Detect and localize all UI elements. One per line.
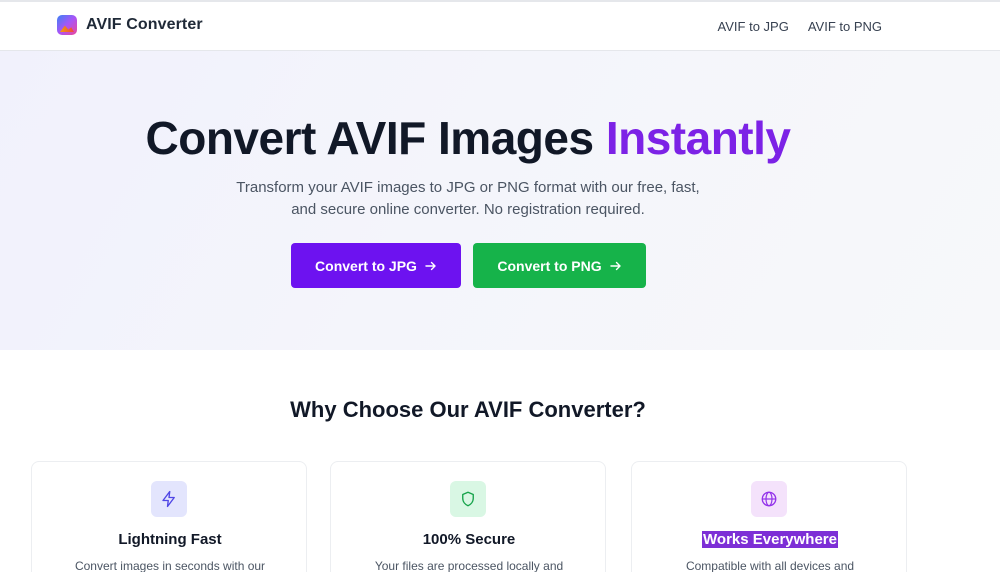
hero-subtitle: Transform your AVIF images to JPG or PNG…: [0, 177, 936, 221]
shield-icon: [450, 481, 486, 517]
hero-subtitle-line-1: Transform your AVIF images to JPG or PNG…: [236, 179, 700, 196]
convert-to-png-label: Convert to PNG: [497, 257, 602, 274]
feature-title: Lightning Fast: [118, 531, 222, 548]
convert-to-jpg-label: Convert to JPG: [315, 257, 417, 274]
nav-link-avif-to-jpg[interactable]: AVIF to JPG: [718, 19, 789, 34]
globe-icon: [751, 481, 787, 517]
brand-name: AVIF Converter: [86, 16, 203, 33]
arrow-right-icon: [425, 261, 436, 270]
site-header: AVIF Converter AVIF to JPG AVIF to PNG: [0, 2, 1000, 51]
features-title: Why Choose Our AVIF Converter?: [290, 397, 646, 422]
feature-card-secure: 100% Secure Your files are processed loc…: [330, 461, 606, 572]
feature-card-works-everywhere: Works Everywhere Compatible with all dev…: [631, 461, 907, 572]
convert-to-jpg-button[interactable]: Convert to JPG: [291, 243, 461, 288]
feature-title-text: Works Everywhere: [702, 531, 838, 548]
feature-description: Compatible with all devices and: [685, 559, 855, 572]
image-logo-icon: [57, 15, 77, 35]
brand-logo[interactable]: AVIF Converter: [57, 15, 203, 35]
hero-title-main: Convert AVIF Images: [145, 112, 595, 164]
top-nav: AVIF to JPG AVIF to PNG: [718, 19, 882, 34]
hero-section: Convert AVIF Images Instantly Transform …: [0, 51, 1000, 350]
feature-card-lightning-fast: Lightning Fast Convert images in seconds…: [31, 461, 307, 572]
hero-title-accent: Instantly: [605, 112, 791, 164]
feature-title: 100% Secure: [422, 531, 516, 548]
nav-link-avif-to-png[interactable]: AVIF to PNG: [808, 19, 882, 34]
convert-to-png-button[interactable]: Convert to PNG: [473, 243, 646, 288]
feature-description: Convert images in seconds with our: [74, 559, 266, 572]
hero-subtitle-line-2: and secure online converter. No registra…: [291, 201, 645, 218]
feature-description: Your files are processed locally and: [374, 559, 564, 572]
lightning-icon: [151, 481, 187, 517]
feature-title: Works Everywhere: [632, 531, 908, 548]
arrow-right-icon: [609, 261, 621, 270]
hero-title: Convert AVIF Images Instantly: [0, 111, 936, 165]
